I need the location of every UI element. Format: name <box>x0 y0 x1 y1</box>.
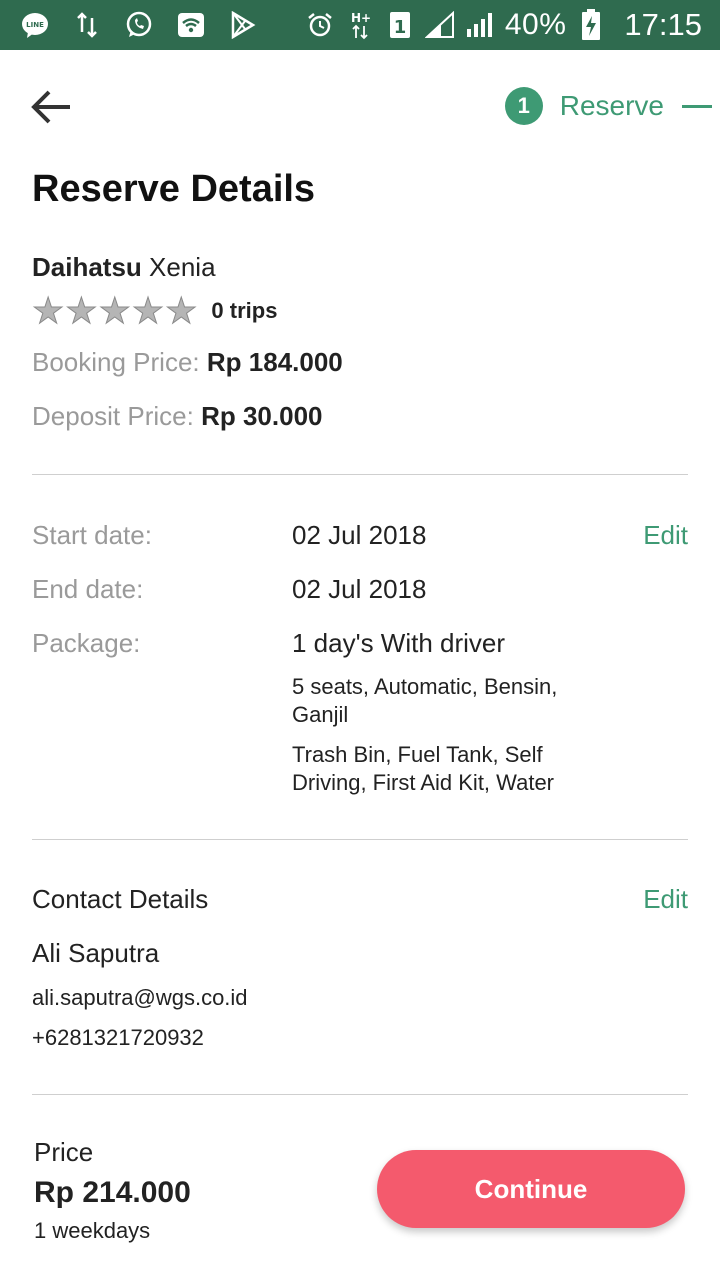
signal-2-icon <box>465 10 495 40</box>
status-bar-system: H+ 1 40% 17:15 <box>305 0 702 50</box>
step-connector <box>682 104 712 108</box>
step-label: Reserve <box>559 90 664 121</box>
star-rating: ★ ★ ★ ★ ★ <box>31 290 198 331</box>
status-bar: LINE H+ 1 40% 17:15 <box>0 0 720 50</box>
edit-booking-button[interactable]: Edit <box>643 520 688 551</box>
sim-1-icon: 1 <box>385 10 415 40</box>
star-icon: ★ <box>65 290 98 331</box>
star-icon: ★ <box>98 290 131 331</box>
svg-text:H+: H+ <box>351 11 371 25</box>
contact-name: Ali Saputra <box>32 938 160 968</box>
contact-details-heading: Contact Details <box>32 884 209 914</box>
battery-charging-icon <box>576 9 606 40</box>
battery-percent: 40% <box>504 8 567 41</box>
end-date-label: End date: <box>32 574 144 604</box>
data-transfer-icon <box>72 10 102 40</box>
package-features: Trash Bin, Fuel Tank, Self Driving, Firs… <box>292 742 555 795</box>
star-icon: ★ <box>131 290 165 331</box>
deposit-price: Deposit Price: Rp 30.000 <box>32 401 322 432</box>
booking-price-value: Rp 184.000 <box>206 347 343 377</box>
status-bar-notifications: LINE <box>20 0 258 50</box>
clock: 17:15 <box>624 7 702 42</box>
line-icon: LINE <box>20 10 50 40</box>
deposit-price-label: Deposit Price: <box>32 401 194 431</box>
car-model: Xenia <box>149 252 216 282</box>
svg-text:1: 1 <box>394 17 407 38</box>
divider <box>32 839 688 840</box>
total-price-label: Price <box>34 1137 94 1167</box>
edit-contact-button[interactable]: Edit <box>643 884 688 915</box>
hplus-network-icon: H+ <box>345 10 375 40</box>
car-name: Daihatsu Xenia <box>32 252 216 283</box>
car-brand: Daihatsu <box>32 252 142 282</box>
rating-row: ★ ★ ★ ★ ★ 0 trips <box>31 290 278 331</box>
contact-email: ali.saputra@wgs.co.id <box>32 985 248 1010</box>
package-value: 1 day's With driver <box>292 628 506 658</box>
booking-price: Booking Price: Rp 184.000 <box>32 347 343 378</box>
contact-phone: +6281321720932 <box>32 1025 204 1050</box>
package-specs: 5 seats, Automatic, Bensin, Ganjil <box>292 674 558 727</box>
deposit-price-value: Rp 30.000 <box>201 401 323 431</box>
arrow-left-icon <box>31 90 70 124</box>
package-label: Package: <box>32 628 141 658</box>
continue-button[interactable]: Continue <box>377 1150 685 1228</box>
svg-text:LINE: LINE <box>26 21 44 29</box>
end-date-value: 02 Jul 2018 <box>292 574 427 604</box>
booking-price-label: Booking Price: <box>32 347 200 377</box>
play-store-icon <box>228 10 258 40</box>
start-date-value: 02 Jul 2018 <box>292 520 427 550</box>
step-number: 1 <box>504 87 543 125</box>
wifi-icon <box>176 10 206 40</box>
signal-1-icon <box>424 10 455 40</box>
total-price-value: Rp 214.000 <box>34 1176 191 1209</box>
divider <box>32 474 688 475</box>
star-icon: ★ <box>31 290 65 331</box>
star-icon: ★ <box>165 290 198 331</box>
progress-stepper: 1 Reserve <box>504 86 712 126</box>
divider <box>32 1094 688 1095</box>
whatsapp-icon <box>124 10 154 40</box>
back-button[interactable] <box>28 84 74 130</box>
trip-count: 0 trips <box>211 298 278 323</box>
start-date-label: Start date: <box>32 520 152 550</box>
page-title: Reserve Details <box>32 168 316 210</box>
rental-days: 1 weekdays <box>34 1218 151 1243</box>
alarm-icon <box>305 10 335 40</box>
